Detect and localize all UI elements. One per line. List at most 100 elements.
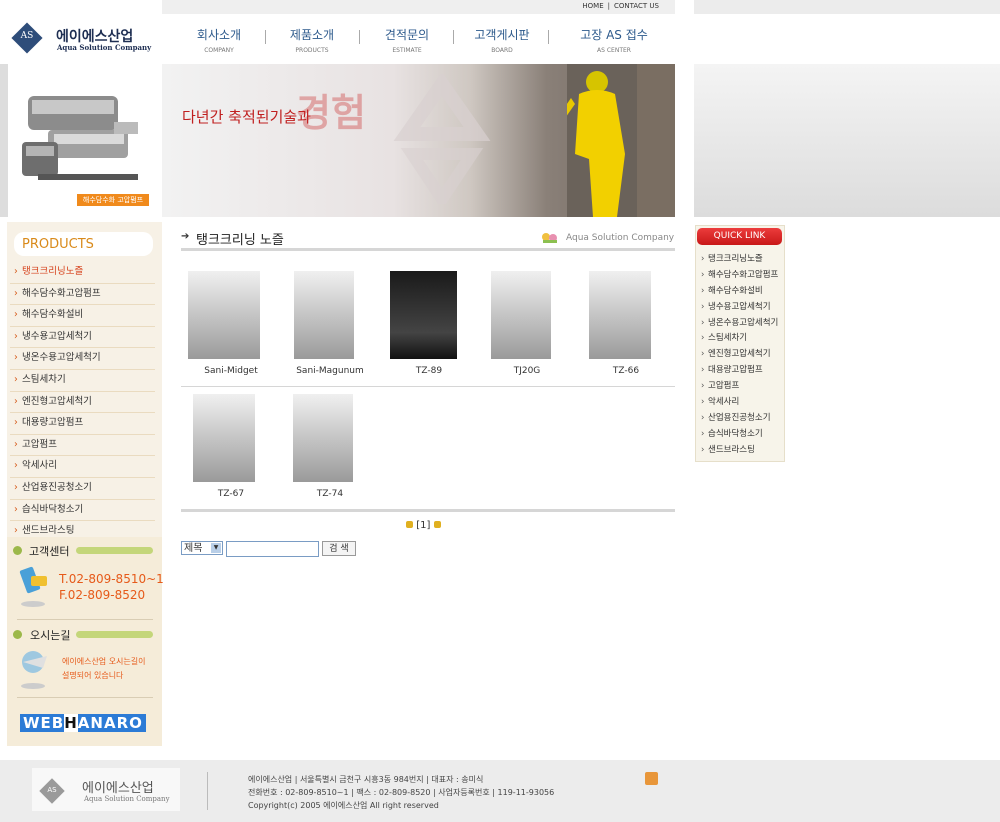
product-thumbnail[interactable] [390,271,457,359]
title-rule [181,248,675,251]
product-caption[interactable]: TJ20G [477,366,577,376]
quick-link-item[interactable]: 탱크크리닝노즐 [700,252,778,268]
logo-mark-text: AS [20,31,34,41]
nav-sublabel: BOARD [491,47,513,54]
sidebar-item[interactable]: 냉온수용고압세척기 [10,348,155,370]
quick-link-item[interactable]: 냉온수용고압세척기 [700,316,778,332]
top-utility-bar: HOME | CONTACT US [162,0,675,14]
nav-company[interactable]: 회사소개 COMPANY [172,26,266,54]
search-button[interactable]: 검 색 [322,541,356,556]
banner-big-text: 경험 [296,91,366,135]
quick-link-item[interactable]: 엔진형고압세척기 [700,347,778,363]
row-divider [181,386,675,387]
sidebar-item[interactable]: 습식바닥청소기 [10,500,155,522]
footer-address: 에이에스산업 | 서울특별시 금천구 시흥3동 984번지 | 대표자 : 송미… [248,775,484,784]
nav-label: 회사소개 [196,28,242,42]
product-thumbnail[interactable] [193,394,255,482]
prev-page-icon[interactable] [406,521,413,528]
nav-products[interactable]: 제품소개 PRODUCTS [265,26,359,54]
top-icon[interactable] [645,772,658,785]
product-thumbnail[interactable] [589,271,651,359]
quick-link-title: QUICK LINK [697,228,782,245]
nav-label: 고객게시판 [474,28,530,42]
product-category-list: 탱크크리닝노즐 해수담수화고압펌프 해수담수화설비 냉수용고압세척기 냉온수용고… [10,262,155,543]
sidebar-item[interactable]: 해수담수화설비 [10,305,155,327]
sidebar-item[interactable]: 냉수용고압세척기 [10,327,155,349]
nav-estimate[interactable]: 견적문의 ESTIMATE [360,26,454,54]
quick-link-item[interactable]: 고압펌프 [700,379,778,395]
pump-tag[interactable]: 해수담수화 고압펌프 [77,194,149,206]
quick-link-item[interactable]: 해수담수화설비 [700,284,778,300]
phone-number: T.02-809-8510~1 [59,572,164,586]
product-caption[interactable]: TZ-66 [576,366,676,376]
products-heading-box: PRODUCTS [14,232,153,256]
sidebar-item[interactable]: 스팀세차기 [10,370,155,392]
nav-sublabel: AS CENTER [597,47,631,54]
bullet-icon [13,630,22,639]
product-thumbnail[interactable] [294,271,354,359]
sidebar-item[interactable]: 해수담수화고압펌프 [10,284,155,306]
page-title: 탱크크리닝 노즐 [196,233,284,248]
nav-divider [548,30,549,44]
footer-logo-subtitle: Aqua Solution Company [84,795,170,803]
nav-board[interactable]: 고객게시판 BOARD [455,26,549,54]
sidebar-item[interactable]: 엔진형고압세척기 [10,392,155,414]
product-thumbnail[interactable] [293,394,353,482]
sidebar-item[interactable]: 대용량고압펌프 [10,413,155,435]
divider-bar [76,631,153,638]
pump-image-icon [22,96,138,180]
list-bottom-rule [181,509,675,512]
quick-link-item[interactable]: 산업용진공청소기 [700,411,778,427]
top-links: HOME | CONTACT US [582,2,659,10]
next-page-icon[interactable] [433,521,441,528]
footer-logo-name: 에이에스산업 [82,781,154,796]
banner-part: ANARO [77,714,143,732]
nav-sublabel: COMPANY [204,47,234,54]
sidebar-item[interactable]: 산업용진공청소기 [10,478,155,500]
sidebar-item[interactable]: 악세사리 [10,456,155,478]
nav-label: 견적문의 [384,28,430,42]
webhanaro-banner[interactable]: WEBHANARO [20,714,146,732]
worker-image-icon [567,64,675,217]
contact-us-link[interactable]: CONTACT US [614,2,659,10]
directions-text-1[interactable]: 에이에스산업 오시는길이 [62,655,146,669]
nav-as-center[interactable]: 고장 AS 접수 AS CENTER [567,26,661,54]
customer-center-title: 고객센터 [29,545,70,558]
nav-sublabel: ESTIMATE [392,47,422,54]
quick-link-item[interactable]: 습식바닥청소기 [700,427,778,443]
product-caption[interactable]: Sani-Magunum [280,366,380,376]
product-caption[interactable]: Sani-Midget [181,366,281,376]
product-caption[interactable]: TZ-89 [379,366,479,376]
recycle-watermark-icon [393,74,491,204]
brand-tag: Aqua Solution Company [566,233,675,243]
sidebar-item[interactable]: 탱크크리닝노즐 [10,262,155,284]
sidebar-item[interactable]: 고압펌프 [10,435,155,457]
hero-banner [162,64,675,217]
quick-link-item[interactable]: 악세사리 [700,395,778,411]
fax-number: F.02-809-8520 [59,588,146,602]
chevron-down-icon[interactable]: ▼ [211,543,221,553]
banner-left-edge [0,64,8,217]
directions-title[interactable]: 오시는길 [30,627,70,643]
search-input[interactable] [226,541,319,557]
footer-info: 에이에스산업 | 서울특별시 금천구 시흥3동 984번지 | 대표자 : 송미… [248,773,554,812]
directions-text-2[interactable]: 설명되어 있습니다 [62,669,123,683]
pagination: [1] [406,520,441,531]
product-thumbnail[interactable] [188,271,260,359]
map-icon [21,651,47,689]
search-field-select[interactable]: 제목 ▼ [181,541,223,555]
flower-icon [542,233,557,243]
page-number[interactable]: [1] [416,520,430,531]
product-caption[interactable]: TZ-67 [181,489,281,499]
product-thumbnail[interactable] [491,271,551,359]
quick-link-item[interactable]: 대용량고압펌프 [700,363,778,379]
nav-sublabel: PRODUCTS [295,47,329,54]
banner-part: H [64,714,78,732]
product-caption[interactable]: TZ-74 [280,489,380,499]
quick-link-item[interactable]: 해수담수화고압펌프 [700,268,778,284]
home-link[interactable]: HOME [582,2,603,10]
footer-copyright: Copyright(c) 2005 에이에스산업 All right reser… [248,801,439,810]
quick-link-item[interactable]: 샌드브라스팅 [700,443,778,459]
quick-link-item[interactable]: 스팀세차기 [700,331,778,347]
quick-link-item[interactable]: 냉수용고압세척기 [700,300,778,316]
